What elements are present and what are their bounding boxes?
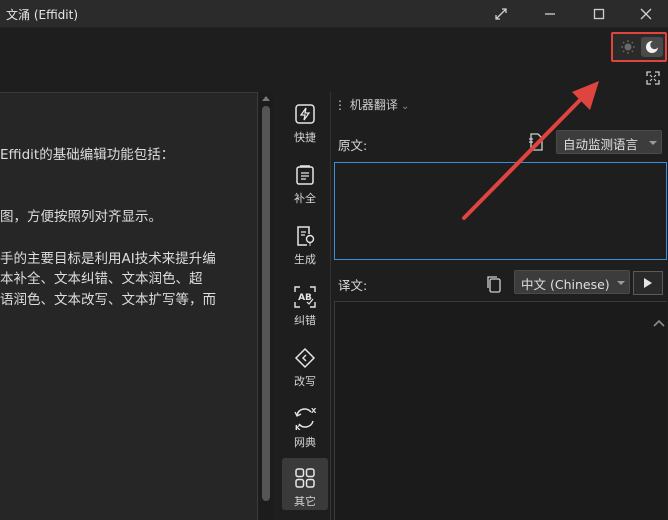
top-toolbar — [0, 28, 668, 90]
rail-item-dictionary[interactable]: X K 网典 — [282, 397, 328, 453]
maximize-button[interactable] — [579, 0, 619, 28]
document-bulb-icon — [297, 226, 315, 246]
chevron-down-icon[interactable]: ⌄ — [398, 101, 409, 112]
rail-item-label: 纠错 — [294, 314, 316, 327]
lightning-icon — [295, 104, 315, 124]
close-button[interactable] — [626, 0, 666, 28]
tool-rail: 快捷 补全 生成 AB 纠错 改写 X K 网典 其它 — [280, 92, 328, 520]
rail-item-quick[interactable]: 快捷 — [282, 94, 328, 150]
play-icon — [644, 278, 652, 288]
rail-divider — [330, 92, 331, 520]
window-title: 文涌 (Effidit) — [6, 8, 79, 22]
svg-text:K: K — [295, 424, 301, 431]
rail-item-correct[interactable]: AB 纠错 — [282, 277, 328, 333]
grid-icon — [295, 468, 315, 488]
restore-size-button[interactable] — [481, 0, 521, 28]
light-theme-option[interactable] — [617, 37, 639, 57]
rail-item-complete[interactable]: 补全 — [282, 155, 328, 211]
close-icon — [640, 8, 652, 20]
editor-line: 本补全、文本纠错、文本润色、超 — [0, 271, 203, 287]
editor-line: 语润色、文本改写、文本扩写等，而 — [0, 292, 216, 308]
rail-item-generate[interactable]: 生成 — [282, 216, 328, 272]
refresh-xk-icon: X K — [294, 407, 317, 431]
svg-text:X: X — [311, 407, 317, 415]
moon-icon — [646, 40, 659, 53]
rail-item-rewrite[interactable]: 改写 — [282, 338, 328, 394]
translation-result[interactable] — [334, 301, 667, 520]
minimize-icon — [545, 13, 555, 15]
target-language-select[interactable]: 中文 (Chinese) — [514, 270, 630, 294]
chevron-up-icon[interactable] — [652, 318, 666, 328]
rail-item-label: 快捷 — [294, 131, 316, 144]
machine-translate-header[interactable]: ⋮ 机器翻译 ⌄ — [334, 96, 409, 113]
diagonal-arrows-icon — [495, 8, 507, 20]
source-language-value: 自动监测语言 — [563, 137, 639, 152]
editor-line: 图，方便按照列对齐显示。 — [0, 209, 162, 225]
minimize-button[interactable] — [530, 0, 570, 28]
editor-scrollbar[interactable] — [259, 92, 273, 520]
ab-correct-icon: AB — [294, 286, 316, 308]
scroll-thumb[interactable] — [262, 106, 270, 501]
source-label: 原文: — [338, 138, 368, 153]
rail-item-label: 网典 — [294, 436, 316, 449]
document-stack-icon — [296, 165, 314, 185]
maximize-icon — [593, 8, 605, 20]
panel-title: 机器翻译 — [349, 98, 398, 112]
document-detect-icon[interactable] — [528, 133, 544, 151]
rail-item-other[interactable]: 其它 — [282, 458, 328, 510]
editor-line: 手的主要目标是利用AI技术来提升编 — [0, 251, 216, 267]
target-language-value: 中文 (Chinese) — [521, 277, 610, 292]
theme-switch[interactable] — [611, 32, 667, 62]
drag-handle-icon[interactable]: ⋮ — [334, 98, 350, 112]
source-language-select[interactable]: 自动监测语言 — [556, 130, 662, 154]
title-bar: 文涌 (Effidit) — [0, 0, 668, 28]
translate-play-button[interactable] — [633, 271, 663, 295]
scroll-up-arrow-icon[interactable] — [262, 96, 270, 101]
copy-icon[interactable] — [486, 275, 502, 293]
diamond-tag-icon — [294, 347, 316, 369]
chevron-down-icon — [649, 141, 657, 145]
rail-item-label: 改写 — [294, 375, 316, 388]
svg-text:AB: AB — [298, 293, 312, 303]
sun-icon — [621, 40, 635, 54]
chevron-down-icon — [617, 281, 625, 285]
rail-item-label: 补全 — [294, 192, 316, 205]
expand-icon[interactable] — [645, 70, 661, 86]
target-label: 译文: — [338, 278, 368, 293]
rail-item-label: 生成 — [294, 253, 316, 266]
editor-pane[interactable]: Effidit的基础编辑功能包括： 图，方便按照列对齐显示。 手的主要目标是利用… — [0, 92, 258, 520]
dark-theme-option[interactable] — [641, 37, 663, 57]
source-text-input[interactable] — [334, 162, 667, 260]
editor-line: Effidit的基础编辑功能包括： — [0, 147, 175, 163]
rail-item-label: 其它 — [294, 495, 316, 508]
